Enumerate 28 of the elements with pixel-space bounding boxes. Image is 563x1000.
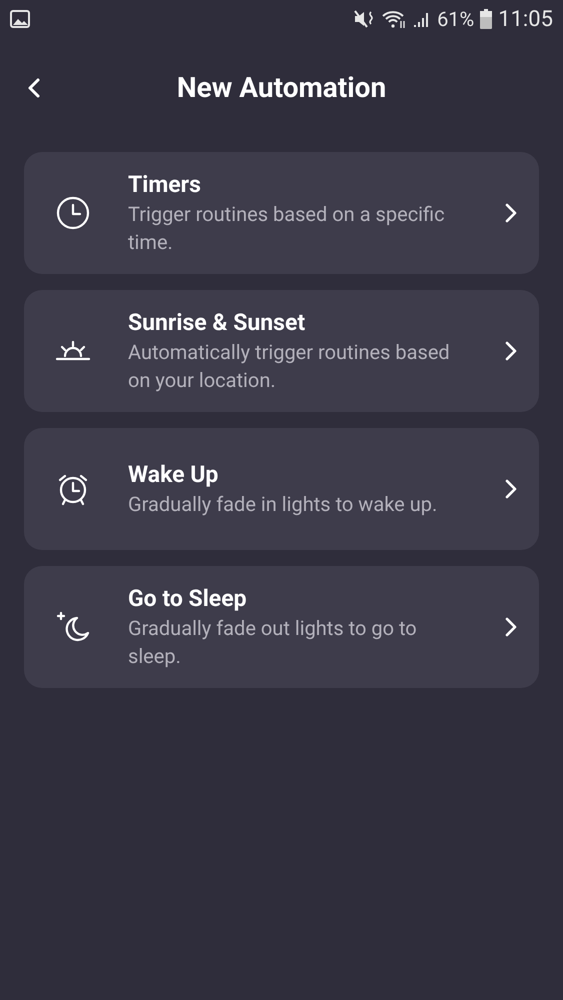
chevron-right-icon [505,617,517,637]
card-description: Gradually fade out lights to go to sleep. [128,615,418,670]
card-title: Wake Up [128,460,220,490]
page-title: New Automation [176,70,386,106]
automation-card[interactable]: Wake Up Gradually fade in lights to wake up. [24,428,539,550]
card-title: Timers [128,170,202,200]
chevron-right-icon [505,479,517,499]
card-description: Gradually fade in lights to wake up. [128,491,438,518]
automation-card[interactable]: Sunrise & Sunset Automatically trigger routines based on your location. [24,290,539,412]
battery-icon [480,9,492,29]
moon-stars-icon [55,610,91,644]
chevron-right-icon [505,341,517,361]
wifi-icon [381,9,408,29]
clock-icon [56,196,90,230]
alarm-clock-icon [56,472,90,506]
automation-card[interactable]: Timers Trigger routines based on a specific time. [24,152,539,274]
image-icon [10,10,30,28]
chevron-right-icon [505,203,517,223]
card-description: Automatically trigger routines based on your location. [128,339,451,394]
clock-time: 11:05 [498,6,553,34]
back-icon [27,77,41,99]
card-title: Go to Sleep [128,584,248,614]
battery-percentage: 61% [437,6,474,33]
mute-vibrate-icon [353,9,376,29]
sunrise-icon [55,340,91,362]
automation-card[interactable]: Go to Sleep Gradually fade out lights to go to sleep. [24,566,539,688]
card-title: Sunrise & Sunset [128,308,306,338]
card-description: Trigger routines based on a specific time. [128,201,446,256]
